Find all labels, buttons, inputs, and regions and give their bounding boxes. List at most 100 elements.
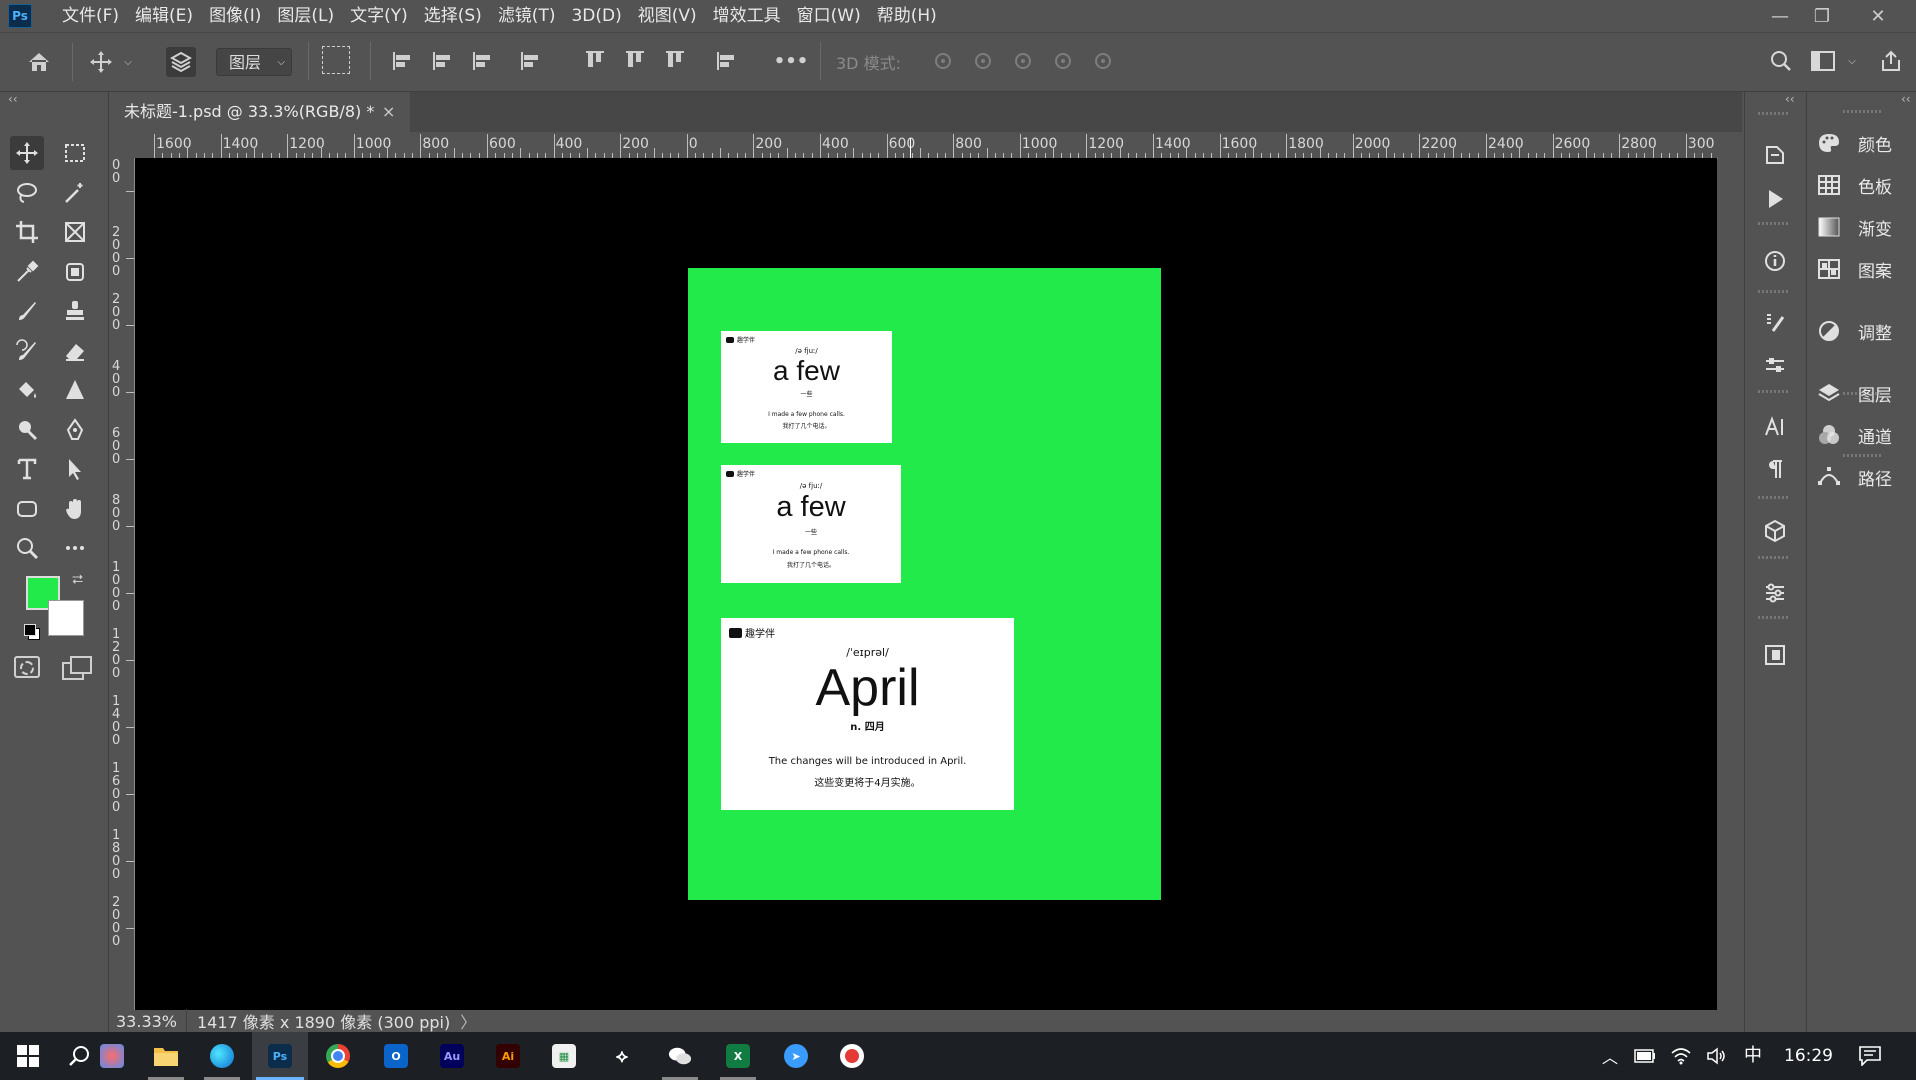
align-hcenter-icon[interactable] (428, 46, 458, 76)
tool-presets-icon[interactable] (1760, 352, 1790, 382)
minimize-icon[interactable]: — (1758, 0, 1802, 32)
rectangle-tool-icon[interactable] (10, 492, 44, 526)
word-card[interactable]: 趣学伴 /ˈeɪprəl/ April n. 四月 The changes wi… (721, 618, 1014, 810)
panel-item-paths[interactable]: 路径 (1814, 460, 1914, 494)
align-left-icon[interactable] (388, 46, 418, 76)
workspace-icon[interactable] (1808, 46, 1838, 76)
panel-item-pattern[interactable]: 图案 (1814, 252, 1914, 286)
status-menu-arrow-icon[interactable]: 〉 (460, 1009, 476, 1033)
canvas-area[interactable]: 趣学伴 /ə fjuː/ a few 一些 I made a few phone… (135, 158, 1717, 1010)
menu-item-3[interactable]: 图层(L) (269, 0, 342, 32)
dodge-tool-icon[interactable] (10, 413, 44, 447)
screen-mode-icon[interactable] (62, 656, 92, 680)
panel-group-gripper[interactable] (1758, 112, 1790, 115)
menu-item-4[interactable]: 文字(Y) (342, 0, 416, 32)
more-options-icon[interactable]: ••• (774, 46, 809, 76)
panel-group-gripper[interactable] (1758, 556, 1790, 559)
align-right-icon[interactable] (468, 46, 498, 76)
share-icon[interactable] (1876, 46, 1906, 76)
start-button[interactable] (0, 1032, 56, 1080)
distribute-vertical-icon[interactable] (516, 46, 546, 76)
menu-item-11[interactable]: 帮助(H) (869, 0, 945, 32)
wifi-icon[interactable] (1664, 1032, 1698, 1080)
ruler-vertical[interactable]: 0020002004006008001000120014001600180020… (110, 158, 135, 1010)
wechat-icon[interactable] (652, 1032, 708, 1080)
hand-tool-icon[interactable] (58, 492, 92, 526)
eraser-tool-icon[interactable] (58, 334, 92, 368)
slide-3d-icon[interactable] (1048, 46, 1078, 76)
align-bottom-icon[interactable] (660, 46, 690, 76)
zoom-level[interactable]: 33.33% (110, 1012, 186, 1031)
libraries-icon[interactable] (1760, 640, 1790, 670)
menu-item-1[interactable]: 编辑(E) (127, 0, 201, 32)
paint-app-icon[interactable] (84, 1032, 140, 1080)
zoom-tool-icon[interactable] (10, 531, 44, 565)
menu-item-7[interactable]: 3D(D) (563, 0, 629, 32)
chrome-browser-icon[interactable] (310, 1032, 366, 1080)
transform-controls-icon[interactable] (322, 46, 350, 74)
volume-icon[interactable] (1700, 1032, 1734, 1080)
roll-3d-icon[interactable] (968, 46, 998, 76)
input-method-indicator[interactable]: 中 (1744, 1032, 1762, 1080)
file-explorer-icon[interactable] (138, 1032, 194, 1080)
panel-item-layers[interactable]: 图层 (1814, 376, 1914, 410)
menu-item-8[interactable]: 视图(V) (630, 0, 705, 32)
frame-tool-icon[interactable] (58, 215, 92, 249)
chevron-down-icon[interactable]: ⌵ (120, 47, 136, 77)
edge-browser-icon[interactable] (194, 1032, 250, 1080)
lasso-tool-icon[interactable] (10, 176, 44, 210)
marquee-tool-icon[interactable] (58, 136, 92, 170)
panel-item-gradient[interactable]: 渐变 (1814, 210, 1914, 244)
workspace-chevron-icon[interactable]: ⌵ (1844, 46, 1860, 76)
word-card[interactable]: 趣学伴 /ə fjuː/ a few 一些 I made a few phone… (721, 465, 901, 583)
default-colors-icon[interactable] (24, 624, 40, 640)
actions-play-icon[interactable] (1760, 184, 1790, 214)
collapse-panels-icon[interactable]: ‹‹ (1901, 92, 1911, 106)
history-icon[interactable] (1760, 140, 1790, 170)
eyedropper-tool-icon[interactable] (10, 255, 44, 289)
pan-3d-icon[interactable] (1008, 46, 1038, 76)
move-tool-icon[interactable] (10, 136, 44, 170)
sheets-icon[interactable]: ▦ (536, 1032, 592, 1080)
panel-group-gripper[interactable] (1758, 496, 1790, 499)
menu-item-5[interactable]: 选择(S) (416, 0, 490, 32)
stamp-tool-icon[interactable] (58, 294, 92, 328)
notifications-icon[interactable] (1842, 1032, 1898, 1080)
scale-3d-camera-icon[interactable] (1088, 46, 1118, 76)
menu-item-9[interactable]: 增效工具 (705, 0, 789, 32)
type-tool-icon[interactable] (10, 452, 44, 486)
home-icon[interactable] (24, 47, 54, 77)
brush-tool-icon[interactable] (10, 294, 44, 328)
align-top-icon[interactable] (580, 46, 610, 76)
swap-colors-icon[interactable]: ⮂ (72, 572, 83, 588)
panel-item-swatches[interactable]: 色板 (1814, 168, 1914, 202)
tab-document[interactable]: 未标题-1.psd @ 33.3%(RGB/8) * × (110, 92, 410, 132)
orbit-3d-icon[interactable] (928, 46, 958, 76)
3d-cube-icon[interactable] (1760, 516, 1790, 546)
paint-bucket-tool-icon[interactable] (10, 373, 44, 407)
brush-settings-icon[interactable] (1760, 308, 1790, 338)
taskbar-clock[interactable]: 16:29 (1784, 1032, 1833, 1080)
menu-item-2[interactable]: 图像(I) (201, 0, 269, 32)
artboard[interactable]: 趣学伴 /ə fjuː/ a few 一些 I made a few phone… (688, 268, 1161, 900)
menu-item-0[interactable]: 文件(F) (54, 0, 127, 32)
panel-item-adjustments[interactable]: 调整 (1814, 314, 1914, 348)
close-tab-icon[interactable]: × (382, 92, 395, 132)
info-icon[interactable] (1760, 246, 1790, 276)
path-selection-tool-icon[interactable] (58, 452, 92, 486)
excel-icon[interactable]: X (710, 1032, 766, 1080)
panel-group-gripper[interactable] (1758, 616, 1790, 619)
illustrator-icon[interactable]: Ai (480, 1032, 536, 1080)
acrobat-icon[interactable]: ⟡ (594, 1032, 650, 1080)
crop-tool-icon[interactable] (10, 215, 44, 249)
history-brush-tool-icon[interactable] (10, 334, 44, 368)
properties-icon[interactable] (1760, 578, 1790, 608)
collapse-toolbar-icon[interactable]: ‹‹ (8, 92, 18, 106)
panel-item-channels[interactable]: 通道 (1814, 418, 1914, 452)
move-tool-icon[interactable] (86, 47, 116, 77)
sharpen-tool-icon[interactable] (58, 373, 92, 407)
screen-recorder-icon[interactable] (824, 1032, 880, 1080)
panel-group-gripper[interactable] (1758, 390, 1790, 393)
battery-icon[interactable] (1628, 1032, 1662, 1080)
feishu-icon[interactable]: ➤ (768, 1032, 824, 1080)
